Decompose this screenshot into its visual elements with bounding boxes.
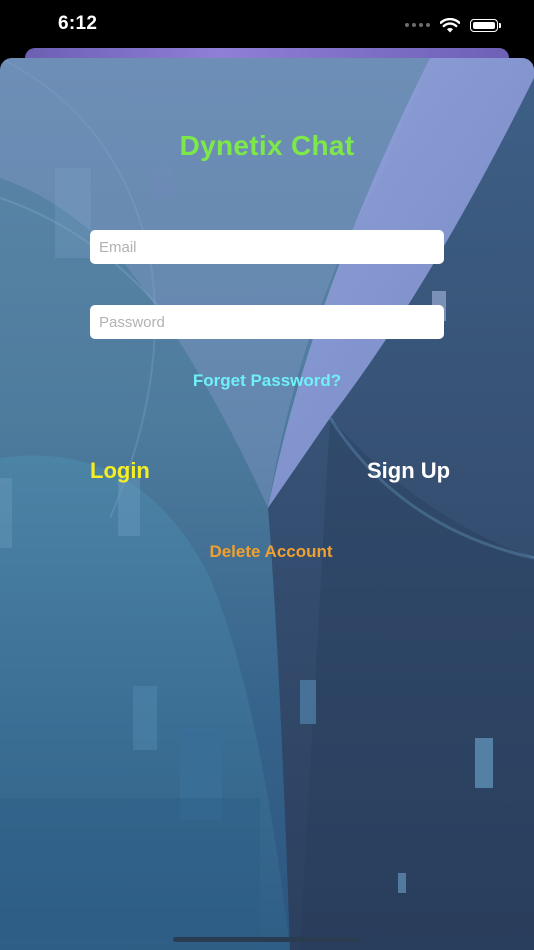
sign-up-button[interactable]: Sign Up xyxy=(367,458,450,484)
login-button[interactable]: Login xyxy=(90,458,150,484)
login-screen: Dynetix Chat Forget Password? Login Sign… xyxy=(0,58,534,950)
status-bar: 6:12 xyxy=(0,0,534,50)
password-field[interactable] xyxy=(90,305,444,339)
delete-account-link[interactable]: Delete Account xyxy=(0,542,534,562)
forgot-password-link[interactable]: Forget Password? xyxy=(0,371,534,391)
signal-dots-icon xyxy=(405,23,430,27)
wifi-icon xyxy=(440,17,460,32)
status-time: 6:12 xyxy=(58,13,98,34)
status-icons xyxy=(405,16,501,34)
email-field[interactable] xyxy=(90,230,444,264)
battery-icon xyxy=(470,18,501,32)
home-indicator[interactable] xyxy=(173,937,361,942)
app-title: Dynetix Chat xyxy=(179,130,355,161)
background-art xyxy=(0,58,534,950)
